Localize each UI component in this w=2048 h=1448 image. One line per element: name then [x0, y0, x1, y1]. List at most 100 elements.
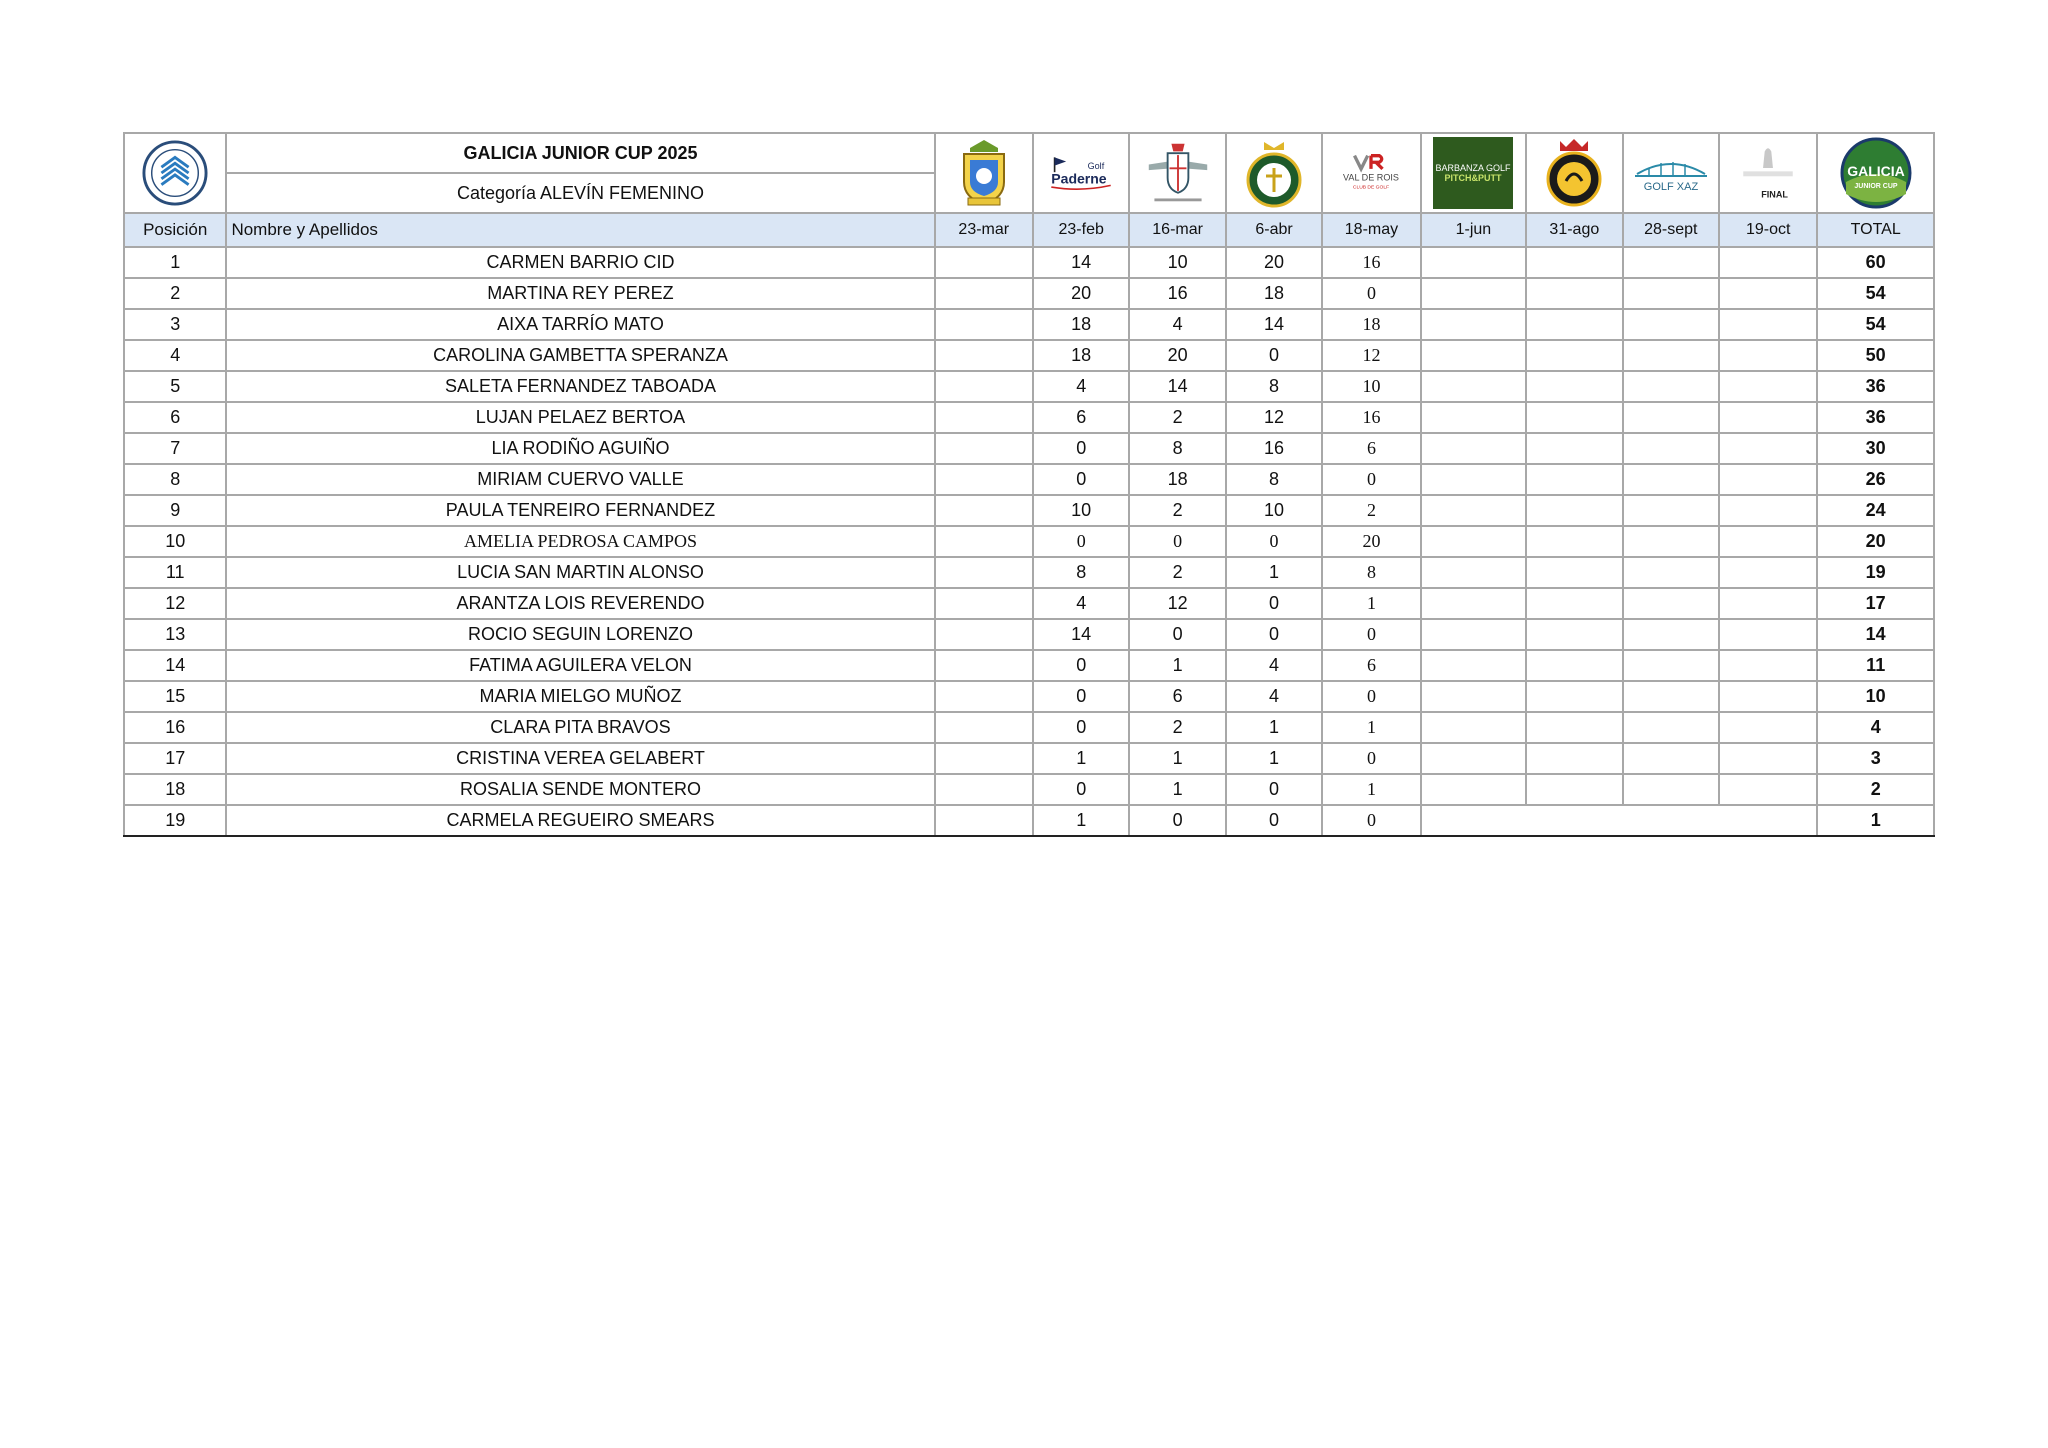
score-cell [1717, 556, 1819, 589]
svg-text:VAL DE ROIS: VAL DE ROIS [1344, 172, 1400, 182]
table-row: 2 MARTINA REY PEREZ 20 16 18 0 54 [122, 277, 1935, 310]
score-cell [1420, 804, 1527, 837]
name-header: Nombre y Apellidos [225, 212, 936, 248]
total-cell: 2 [1816, 773, 1935, 806]
score-cell [1621, 680, 1720, 713]
total-cell: 4 [1816, 711, 1935, 744]
gjc-logo-cell: GALICIA JUNIOR CUP [1816, 132, 1935, 214]
score-cell: 8 [1321, 556, 1422, 589]
score-cell: 8 [1031, 556, 1131, 589]
svg-text:GOLF XAZ: GOLF XAZ [1644, 181, 1699, 193]
score-cell: 0 [1031, 432, 1131, 465]
score-cell [1419, 618, 1528, 651]
score-cell: 1 [1321, 711, 1422, 744]
total-cell: 20 [1816, 525, 1935, 558]
score-cell: 8 [1224, 370, 1324, 403]
score-cell [1717, 370, 1819, 403]
score-cell [1525, 711, 1624, 744]
score-cell: 1 [1031, 742, 1131, 775]
score-cell [1419, 587, 1528, 620]
score-cell [1419, 711, 1528, 744]
player-name-cell: LUJAN PELAEZ BERTOA [225, 401, 936, 434]
score-cell [1717, 246, 1819, 279]
player-name-cell: LIA RODIÑO AGUIÑO [225, 432, 936, 465]
score-cell: 10 [1224, 494, 1324, 527]
score-cell: 20 [1128, 339, 1227, 372]
score-cell [933, 432, 1034, 465]
page-title: GALICIA JUNIOR CUP 2025 [225, 132, 936, 174]
barbanza-logo-icon: BARBANZA GOLF PITCH&PUTT [1433, 137, 1514, 209]
royal-club-crest-icon [1541, 138, 1607, 208]
score-cell: 6 [1031, 401, 1131, 434]
score-cell: 6 [1321, 432, 1422, 465]
score-cell: 2 [1321, 494, 1422, 527]
table-row: 7 LIA RODIÑO AGUIÑO 0 8 16 6 30 [122, 432, 1935, 465]
score-cell [1717, 773, 1819, 806]
player-name-cell: MARIA MIELGO MUÑOZ [225, 680, 936, 713]
score-cell [1621, 494, 1720, 527]
score-cell [933, 711, 1034, 744]
score-cell [1525, 308, 1624, 341]
score-cell: 1 [1128, 742, 1227, 775]
score-cell: 0 [1321, 680, 1422, 713]
score-cell: 14 [1031, 246, 1131, 279]
score-cell [934, 804, 1033, 837]
paderne-logo-icon: Golf Paderne [1048, 138, 1114, 208]
position-cell: 11 [122, 556, 228, 589]
score-cell [933, 277, 1034, 310]
score-cell [1717, 618, 1819, 651]
date-header-7: 31-ago [1525, 212, 1624, 248]
score-cell [933, 742, 1034, 775]
position-cell: 4 [122, 339, 228, 372]
score-cell: 1 [1224, 711, 1324, 744]
score-cell [1419, 308, 1528, 341]
player-name-cell: ROCIO SEGUIN LORENZO [225, 618, 936, 651]
score-cell [1621, 432, 1720, 465]
table-row: 16 CLARA PITA BRAVOS 0 2 1 1 4 [122, 711, 1935, 744]
position-cell: 16 [122, 711, 228, 744]
club-crest-icon-1 [951, 138, 1017, 208]
club-logo-cell-2: Golf Paderne [1031, 132, 1131, 214]
position-cell: 14 [122, 649, 228, 682]
table-row: 8 MIRIAM CUERVO VALLE 0 18 8 0 26 [122, 463, 1935, 496]
club-logo-cell-8: GOLF XAZ [1621, 132, 1720, 214]
score-cell [1525, 277, 1624, 310]
total-cell: 14 [1816, 618, 1935, 651]
score-cell [1717, 711, 1819, 744]
score-cell [933, 618, 1034, 651]
score-cell [1525, 742, 1624, 775]
score-cell [1525, 370, 1624, 403]
score-cell [1526, 804, 1623, 837]
table-row: 3 AIXA TARRÍO MATO 18 4 14 18 54 [122, 308, 1935, 341]
position-cell: 6 [122, 401, 228, 434]
score-cell: 1 [1128, 773, 1227, 806]
svg-text:Golf: Golf [1088, 161, 1105, 171]
score-cell [1525, 556, 1624, 589]
table-row: 5 SALETA FERNANDEZ TABOADA 4 14 8 10 36 [122, 370, 1935, 403]
score-cell: 0 [1224, 618, 1324, 651]
player-name-cell: ROSALIA SENDE MONTERO [225, 773, 936, 806]
club-logo-cell-5: VAL DE ROIS CLUB DE GOLF [1321, 132, 1422, 214]
score-cell [1621, 246, 1720, 279]
total-cell: 26 [1816, 463, 1935, 496]
category-subtitle: Categoría ALEVÍN FEMENINO [225, 172, 936, 214]
score-cell: 16 [1321, 246, 1422, 279]
score-cell: 0 [1224, 525, 1324, 558]
score-cell [1419, 401, 1528, 434]
position-cell: 9 [122, 494, 228, 527]
position-cell: 13 [122, 618, 228, 651]
score-cell [1621, 773, 1720, 806]
score-cell [1717, 494, 1819, 527]
table-row: 18 ROSALIA SENDE MONTERO 0 1 0 1 2 [122, 773, 1935, 806]
score-cell: 12 [1321, 339, 1422, 372]
score-cell [1525, 494, 1624, 527]
score-cell [1621, 277, 1720, 310]
standings-sheet: GALICIA JUNIOR CUP 2025 Golf Paderne VAL… [122, 132, 1935, 837]
svg-text:PITCH&PUTT: PITCH&PUTT [1445, 173, 1502, 183]
total-cell: 30 [1816, 432, 1935, 465]
player-name-cell: SALETA FERNANDEZ TABOADA [225, 370, 936, 403]
position-cell: 2 [122, 277, 228, 310]
player-name-cell: AIXA TARRÍO MATO [225, 308, 936, 341]
svg-text:BARBANZA GOLF: BARBANZA GOLF [1436, 163, 1512, 173]
player-name-cell: CLARA PITA BRAVOS [225, 711, 936, 744]
